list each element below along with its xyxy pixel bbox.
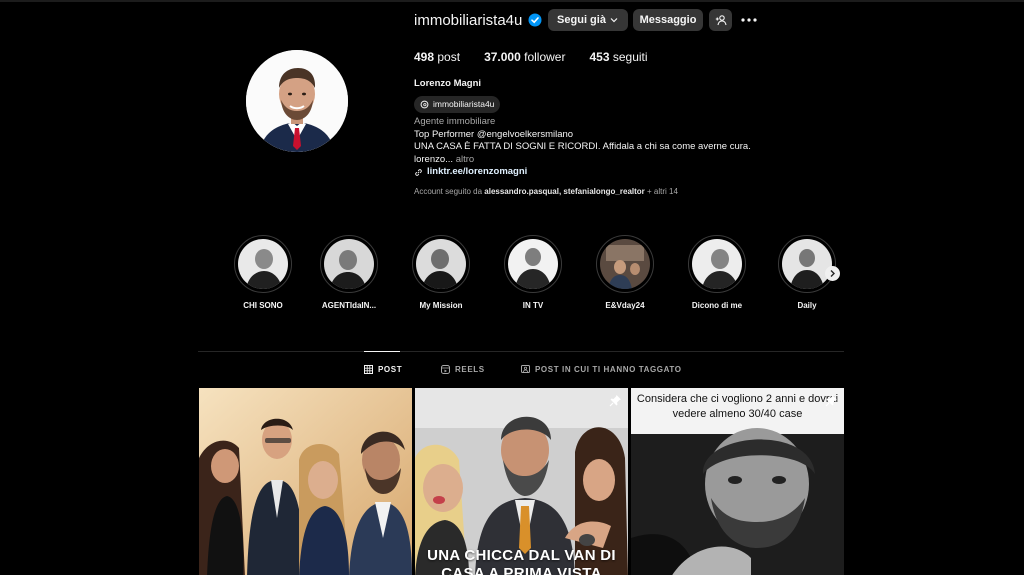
- highlight-ring: [412, 235, 470, 293]
- profile-page: immobiliarista4u Segui già Messaggio 498…: [0, 0, 1024, 575]
- highlight-cover: [508, 239, 558, 289]
- profile-link-text: linktr.ee/lorenzomagni: [427, 166, 528, 177]
- full-name: Lorenzo Magni: [414, 78, 482, 89]
- highlight-label: AGENTIdaIN...: [321, 301, 377, 310]
- tagged-icon: [521, 365, 530, 373]
- highlight-label: CHI SONO: [243, 301, 283, 310]
- tab-reels[interactable]: REELS: [441, 365, 485, 374]
- reels-icon: [441, 365, 450, 374]
- highlight-item[interactable]: Dicono di me: [682, 235, 752, 310]
- highlight-cover: [238, 239, 288, 289]
- followers-label: follower: [524, 50, 566, 64]
- highlight-cover: [782, 239, 832, 289]
- username-row: immobiliarista4u: [414, 8, 542, 32]
- tab-posts[interactable]: POST: [364, 365, 402, 374]
- bio-more-link[interactable]: altro: [456, 154, 474, 165]
- highlight-item[interactable]: IN TV: [498, 235, 568, 310]
- grid-icon: [364, 365, 373, 374]
- bio-line-3: lorenzo...: [414, 153, 454, 165]
- followed-by-users: alessandro.pasqual, stefanialongo_realto…: [484, 186, 645, 196]
- threads-badge[interactable]: immobiliarista4u: [414, 95, 501, 113]
- bio-line-2: UNA CASA È FATTA DI SOGNI E RICORDI. Aff…: [414, 141, 751, 152]
- profile-avatar[interactable]: [246, 50, 348, 152]
- add-user-icon: [715, 15, 727, 26]
- following-button[interactable]: Segui già: [548, 9, 628, 31]
- tab-posts-label: POST: [378, 365, 403, 374]
- post-caption: UNA CHICCA DAL VAN DI CASA A PRIMA VISTA: [427, 547, 616, 575]
- chevron-down-icon: [610, 18, 618, 23]
- highlight-item[interactable]: E&Vday24: [590, 235, 660, 310]
- highlights-next-button[interactable]: [825, 266, 840, 281]
- followers-stat[interactable]: 37.000 follower: [484, 50, 565, 64]
- highlight-label: IN TV: [522, 301, 544, 310]
- highlight-item[interactable]: CHI SONO: [228, 235, 298, 310]
- following-label: seguiti: [612, 50, 648, 64]
- profile-link[interactable]: linktr.ee/lorenzomagni: [414, 166, 794, 179]
- username: immobiliarista4u: [414, 11, 523, 29]
- suggest-users-button[interactable]: [709, 9, 732, 31]
- highlight-cover: [416, 239, 466, 289]
- highlight-ring: [778, 235, 836, 293]
- highlight-ring: [234, 235, 292, 293]
- tab-reels-label: REELS: [455, 365, 485, 374]
- highlight-label: Daily: [797, 301, 817, 310]
- story-highlights: CHI SONO AGENTIdaIN... My Mission IN TV …: [228, 235, 848, 315]
- posts-label: post: [437, 50, 461, 64]
- highlight-cover: [692, 239, 742, 289]
- following-stat[interactable]: 453 seguiti: [589, 50, 647, 64]
- highlight-item[interactable]: AGENTIdaIN...: [314, 235, 384, 310]
- active-tab-indicator: [364, 351, 400, 352]
- post-tile[interactable]: Considera che ci vogliono 2 anni e dovra…: [631, 388, 844, 575]
- highlight-ring: [504, 235, 562, 293]
- highlight-label: Dicono di me: [691, 301, 743, 310]
- followers-count: 37.000: [484, 50, 521, 64]
- profile-category: Agente immobiliare: [414, 116, 496, 127]
- post-caption: Considera che ci vogliono 2 anni e dovra…: [636, 393, 839, 420]
- profile-bio: Lorenzo Magni immobiliarista4u Agente im…: [414, 78, 794, 198]
- highlight-item[interactable]: My Mission: [406, 235, 476, 310]
- highlight-ring: [320, 235, 378, 293]
- pin-icon: [825, 394, 838, 407]
- link-icon: [415, 168, 422, 176]
- followed-by-suffix: + altri 14: [647, 186, 678, 196]
- message-button[interactable]: Messaggio: [633, 9, 703, 31]
- bio-line-1: Top Performer @engelvoelkersmilano: [414, 128, 574, 140]
- followed-by[interactable]: Account seguito da alessandro.pasqual, s…: [414, 186, 794, 199]
- tab-tagged[interactable]: POST IN CUI TI HANNO TAGGATO: [521, 365, 682, 374]
- verified-badge-icon: [528, 13, 542, 27]
- highlight-ring: [688, 235, 746, 293]
- bio-line-3-row: lorenzo... altro: [414, 154, 794, 167]
- profile-stats: 498 post 37.000 follower 453 seguiti: [414, 50, 648, 64]
- following-button-label: Segui già: [557, 14, 606, 26]
- chevron-right-icon: [830, 270, 835, 277]
- posts-count: 498: [414, 50, 435, 64]
- highlight-ring: [596, 235, 654, 293]
- more-options-icon[interactable]: [740, 11, 758, 29]
- post-tile[interactable]: UNA CHICCA DAL VAN DI CASA A PRIMA VISTA: [415, 388, 628, 575]
- posts-count-stat: 498 post: [414, 50, 460, 64]
- threads-handle: immobiliarista4u: [433, 98, 495, 109]
- threads-icon: [420, 100, 429, 108]
- message-button-label: Messaggio: [639, 14, 697, 26]
- post-tile[interactable]: [199, 388, 412, 575]
- highlight-label: My Mission: [419, 301, 463, 310]
- tabs-divider: [198, 351, 844, 352]
- followed-by-prefix: Account seguito da: [414, 186, 483, 196]
- pin-icon: [609, 394, 622, 407]
- tab-tagged-label: POST IN CUI TI HANNO TAGGATO: [535, 365, 682, 374]
- highlight-cover: [324, 239, 374, 289]
- highlight-label: E&Vday24: [605, 301, 645, 310]
- highlight-cover: [600, 239, 650, 289]
- following-count: 453: [589, 50, 610, 64]
